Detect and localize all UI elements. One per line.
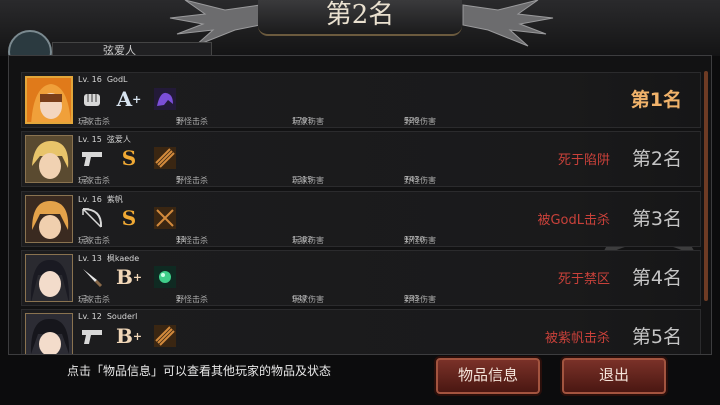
right-wing-ornament	[462, 0, 554, 47]
ranking-row[interactable]: Lv. 15 弦爱人 S 玩家击杀: 2 野怪击杀 5 玩家伤害 2315 野怪伤…	[21, 131, 701, 187]
purple-beast-icon[interactable]	[153, 87, 177, 111]
fist-icon[interactable]	[80, 87, 104, 111]
rank-label: 第1名	[630, 89, 682, 111]
rank-label: 第2名	[631, 148, 682, 170]
dark-hair-girl-avatar-icon	[26, 255, 72, 301]
ranking-panel[interactable]: Lv. 16 GodL A + 玩家击杀: 1 野怪击杀 3 玩家伤害 1791 野…	[8, 55, 712, 355]
level-name: Lv. 12 Souderl	[78, 312, 138, 321]
stats-line: 玩家击杀: 2 野怪击杀 5 玩家伤害 2315 野怪伤害 743	[78, 175, 436, 185]
level-name: Lv. 15 弦爱人	[78, 135, 131, 144]
ranking-row[interactable]: Lv. 12 Souderl B + 被紫帆击杀 第5名	[21, 309, 701, 354]
death-cause: 被GodL击杀	[537, 213, 610, 228]
grade-icon: S	[121, 206, 137, 230]
death-cause: 被紫帆击杀	[544, 331, 610, 346]
player-portrait	[25, 313, 73, 354]
pistol-icon[interactable]	[80, 324, 104, 348]
bow-icon[interactable]	[80, 206, 104, 230]
ranking-row[interactable]: Lv. 13 枫kaede B + 玩家击杀: 1 野怪击杀 2 玩家伤害 947 …	[21, 250, 701, 306]
crossed-spears-icon[interactable]	[153, 206, 177, 230]
grade-icon: B +	[115, 324, 143, 348]
rank-label: 第4名	[631, 267, 682, 289]
grade-icon: B +	[115, 265, 143, 289]
ranking-row[interactable]: Lv. 16 GodL A + 玩家击杀: 1 野怪击杀 3 玩家伤害 1791 野…	[21, 72, 701, 128]
knife-icon[interactable]	[80, 265, 104, 289]
rank-label: 第5名	[631, 326, 682, 348]
item-info-button[interactable]: 物品信息	[436, 358, 540, 394]
death-cause: 死于陷阱	[557, 153, 610, 168]
page-title: 第2名	[258, 0, 462, 36]
scrollbar[interactable]	[704, 71, 708, 301]
player-portrait	[25, 135, 73, 183]
level-name: Lv. 13 枫kaede	[78, 254, 140, 263]
grade-icon: S	[121, 146, 137, 170]
player-portrait	[25, 254, 73, 302]
green-orb-icon[interactable]	[153, 265, 177, 289]
stats-line: 玩家击杀: 1 野怪击杀 3 玩家伤害 1791 野怪伤害 520	[78, 116, 436, 126]
level-name: Lv. 16 GodL	[78, 75, 128, 84]
pistol-icon[interactable]	[80, 146, 104, 170]
stats-line: 玩家击杀: 1 野怪击杀 2 玩家伤害 947 野怪伤害 233	[78, 294, 436, 304]
stats-line: 玩家击杀: 3 野怪击杀 11 玩家伤害 1382 野怪伤害 1770	[78, 235, 436, 245]
grade-icon: A +	[116, 87, 142, 111]
black-hair-avatar-icon	[26, 314, 72, 354]
blonde-man-avatar-icon	[26, 136, 72, 182]
footer-hint: 点击「物品信息」可以查看其他玩家的物品及状态	[67, 364, 332, 378]
orange-hair-avatar-icon	[26, 196, 72, 242]
level-name: Lv. 16 紫帆	[78, 195, 123, 204]
rank-label: 第3名	[631, 208, 682, 230]
player-portrait	[25, 76, 73, 124]
arrows-bundle-icon[interactable]	[153, 146, 177, 170]
player-portrait	[25, 195, 73, 243]
ranking-row[interactable]: Lv. 16 紫帆 S 玩家击杀: 3 野怪击杀 11 玩家伤害 1382 野怪伤…	[21, 191, 701, 247]
death-cause: 死于禁区	[557, 272, 610, 287]
arrows-bundle-icon[interactable]	[153, 324, 177, 348]
exit-button[interactable]: 退出	[562, 358, 666, 394]
hooded-girl-avatar-icon	[27, 78, 71, 122]
